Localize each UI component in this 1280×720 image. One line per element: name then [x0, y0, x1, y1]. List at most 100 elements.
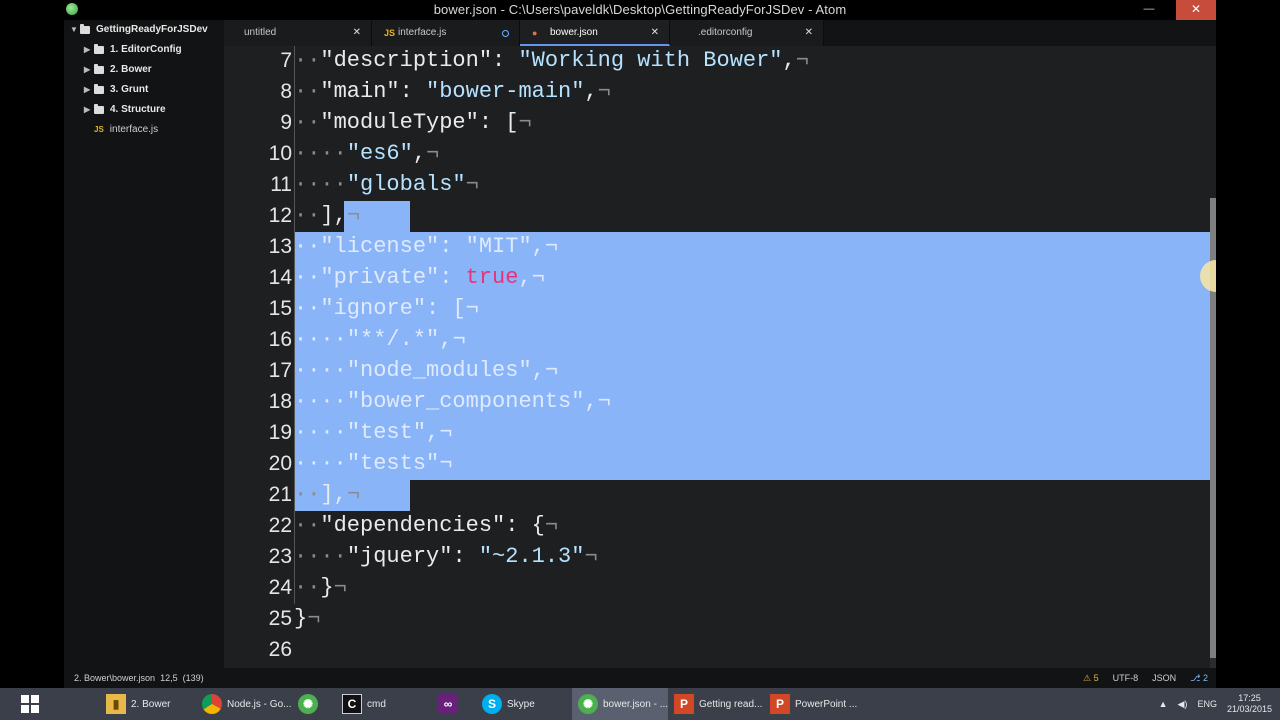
git-status: ⎇ 2 [1190, 668, 1208, 688]
atom-icon: ✺ [578, 694, 598, 714]
code-line[interactable]: ··"ignore": [¬ [294, 293, 479, 324]
tree-item-label: 2. Bower [110, 64, 152, 75]
code-line[interactable]: }¬ [294, 603, 320, 634]
project-name: GettingReadyForJSDev [96, 24, 208, 35]
tree-item-label: 1. EditorConfig [110, 44, 182, 55]
js-file-icon: JS [94, 125, 104, 134]
tab-label: .editorconfig [698, 27, 753, 38]
atom-icon: ✺ [298, 694, 318, 714]
code-line[interactable]: ··"main": "bower-main",¬ [294, 76, 611, 107]
close-icon[interactable]: ✕ [651, 20, 659, 46]
encoding-selector[interactable]: UTF-8 [1113, 668, 1139, 688]
close-window-button[interactable]: ✕ [1176, 0, 1216, 20]
bower-file-icon: ● [532, 28, 538, 38]
selection-count: (139) [182, 673, 204, 683]
folder-icon [94, 64, 104, 74]
file-path[interactable]: 2. Bower\bower.json [74, 673, 155, 683]
title-bar: bower.json - C:\Users\paveldk\Desktop\Ge… [64, 0, 1216, 20]
modified-indicator-icon[interactable] [502, 30, 509, 37]
tab-untitled[interactable]: untitled ✕ [224, 20, 372, 46]
taskbar-item-cmd[interactable]: C cmd [336, 688, 432, 720]
tab-interface-js[interactable]: JS interface.js [372, 20, 520, 46]
taskbar-item-explorer[interactable]: ▮ 2. Bower [100, 688, 196, 720]
line-number: 22 [268, 514, 292, 537]
start-button[interactable] [0, 688, 60, 720]
window-title: bower.json - C:\Users\paveldk\Desktop\Ge… [433, 2, 847, 17]
network-icon[interactable]: ▲ [1159, 699, 1168, 709]
tree-item-grunt[interactable]: ▶ 3. Grunt [84, 80, 148, 100]
code-line[interactable]: ····"jquery": "~2.1.3"¬ [294, 541, 598, 572]
tree-item-bower[interactable]: ▶ 2. Bower [84, 60, 152, 80]
visual-studio-icon: ∞ [438, 694, 458, 714]
tab-label: interface.js [398, 27, 447, 38]
taskbar-item-visual-studio[interactable]: ∞ [432, 688, 476, 720]
code-line[interactable]: ··],¬ [294, 200, 360, 231]
line-number: 11 [270, 173, 292, 196]
tree-item-editorconfig[interactable]: ▶ 1. EditorConfig [84, 40, 182, 60]
taskbar-item-powerpoint-doc[interactable]: P Getting read... [668, 688, 764, 720]
text-editor[interactable]: 7 ··"description": "Working with Bower",¬… [224, 46, 1216, 668]
taskbar-item-atom-bower[interactable]: ✺ bower.json - ... [572, 688, 668, 720]
code-line[interactable]: ····"node_modules",¬ [294, 355, 558, 386]
line-number: 17 [268, 359, 292, 382]
code-line[interactable]: ··"moduleType": [¬ [294, 107, 532, 138]
cursor-position[interactable]: 12,5 [160, 673, 178, 683]
line-number: 23 [268, 545, 292, 568]
taskbar-item-skype[interactable]: S Skype [476, 688, 572, 720]
taskbar-item-powerpoint[interactable]: P PowerPoint ... [764, 688, 860, 720]
tab-editorconfig[interactable]: .editorconfig ✕ [670, 20, 824, 46]
line-number: 9 [280, 111, 292, 134]
line-number: 10 [268, 142, 292, 165]
code-line[interactable]: ··"dependencies": {¬ [294, 510, 558, 541]
grammar-selector[interactable]: JSON [1152, 668, 1176, 688]
windows-logo-icon [21, 695, 39, 713]
tree-item-label: 4. Structure [110, 104, 166, 115]
code-line[interactable]: ····"bower_components",¬ [294, 386, 611, 417]
line-number: 26 [268, 638, 292, 661]
code-line[interactable]: ··"license": "MIT",¬ [294, 231, 558, 262]
line-number: 14 [268, 266, 292, 289]
folder-icon [94, 84, 104, 94]
tree-file-interface-js[interactable]: JS interface.js [94, 120, 158, 140]
tree-project-root[interactable]: ▼ GettingReadyForJSDev [70, 20, 208, 40]
taskbar-label: 2. Bower [131, 698, 171, 710]
code-line[interactable]: ··}¬ [294, 572, 347, 603]
terminal-icon: C [342, 694, 362, 714]
code-line[interactable]: ····"test",¬ [294, 417, 452, 448]
skype-icon: S [482, 694, 502, 714]
tab-label: bower.json [550, 27, 598, 38]
line-number: 16 [268, 328, 292, 351]
code-line[interactable]: ··"description": "Working with Bower",¬ [294, 45, 809, 76]
taskbar-label: Node.js - Go... [227, 698, 292, 710]
clock[interactable]: 17:25 21/03/2015 [1227, 693, 1272, 715]
code-line[interactable]: ····"es6",¬ [294, 138, 439, 169]
tree-item-label: 3. Grunt [110, 84, 149, 95]
code-line[interactable]: ····"**/.*",¬ [294, 324, 466, 355]
language-indicator[interactable]: ENG [1197, 699, 1217, 709]
line-number: 21 [268, 483, 292, 506]
clock-time: 17:25 [1238, 693, 1261, 703]
tab-bar: untitled ✕ JS interface.js ● bower.json … [224, 20, 1216, 46]
chrome-icon [202, 694, 222, 714]
tab-bower-json[interactable]: ● bower.json ✕ [520, 20, 670, 46]
minimize-button[interactable]: — [1136, 0, 1162, 20]
code-line[interactable]: ··],¬ [294, 479, 360, 510]
taskbar-item-atom[interactable]: ✺ [292, 688, 336, 720]
taskbar-label: bower.json - ... [603, 698, 668, 710]
powerpoint-icon: P [770, 694, 790, 714]
line-number: 25 [268, 607, 292, 630]
code-line[interactable]: ··"private": true,¬ [294, 262, 545, 293]
line-number: 24 [268, 576, 292, 599]
chevron-right-icon: ▶ [84, 105, 91, 114]
close-icon[interactable]: ✕ [353, 20, 361, 46]
git-count: 2 [1202, 673, 1208, 683]
volume-icon[interactable]: ◀) [1178, 699, 1188, 710]
close-icon[interactable]: ✕ [805, 20, 813, 46]
code-line[interactable]: ····"tests"¬ [294, 448, 452, 479]
warning-count[interactable]: ⚠ 5 [1083, 668, 1099, 688]
tree-item-structure[interactable]: ▶ 4. Structure [84, 100, 166, 120]
taskbar-label: Skype [507, 698, 535, 710]
powerpoint-icon: P [674, 694, 694, 714]
code-line[interactable]: ····"globals"¬ [294, 169, 479, 200]
taskbar-item-chrome[interactable]: Node.js - Go... [196, 688, 292, 720]
